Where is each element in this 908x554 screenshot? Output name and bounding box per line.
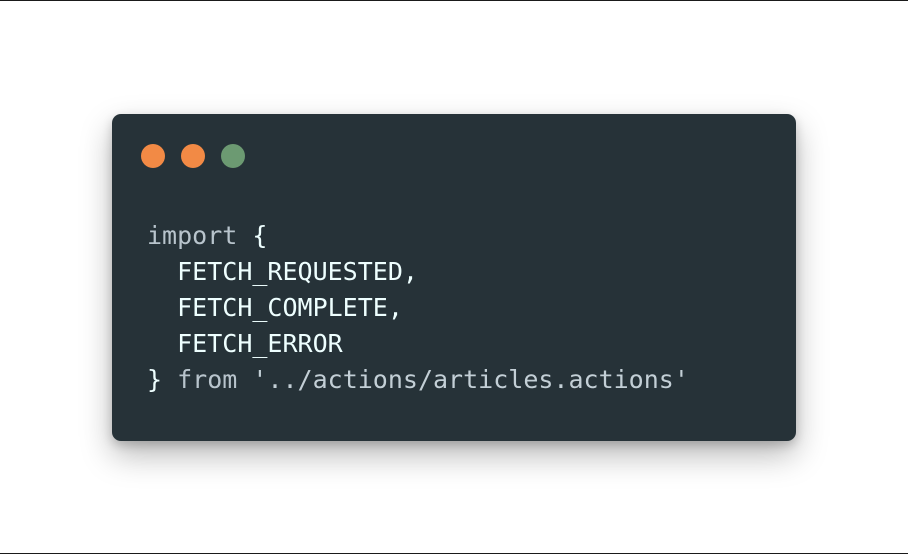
open-brace: { [237, 221, 268, 250]
code-line-1: import { [147, 218, 689, 254]
code-line-2: FETCH_REQUESTED, [147, 254, 689, 290]
close-brace: } [147, 365, 178, 394]
code-line-3: FETCH_COMPLETE, [147, 290, 689, 326]
code-line-4: FETCH_ERROR [147, 326, 689, 362]
identifier-fetch-error: FETCH_ERROR [177, 329, 343, 358]
keyword-import: import [147, 221, 238, 250]
module-path-string: '../actions/articles.actions' [252, 365, 689, 394]
maximize-dot-icon [221, 144, 245, 168]
close-dot-icon [141, 144, 165, 168]
code-block: import { FETCH_REQUESTED, FETCH_COMPLETE… [147, 218, 689, 398]
identifier-fetch-complete: FETCH_COMPLETE [177, 293, 388, 322]
keyword-from: from [177, 365, 238, 394]
comma: , [402, 257, 418, 286]
identifier-fetch-requested: FETCH_REQUESTED [177, 257, 403, 286]
code-line-5: } from '../actions/articles.actions' [147, 362, 689, 398]
screenshot-frame: import { FETCH_REQUESTED, FETCH_COMPLETE… [0, 0, 908, 554]
minimize-dot-icon [181, 144, 205, 168]
comma: , [387, 293, 403, 322]
code-window: import { FETCH_REQUESTED, FETCH_COMPLETE… [112, 114, 796, 441]
